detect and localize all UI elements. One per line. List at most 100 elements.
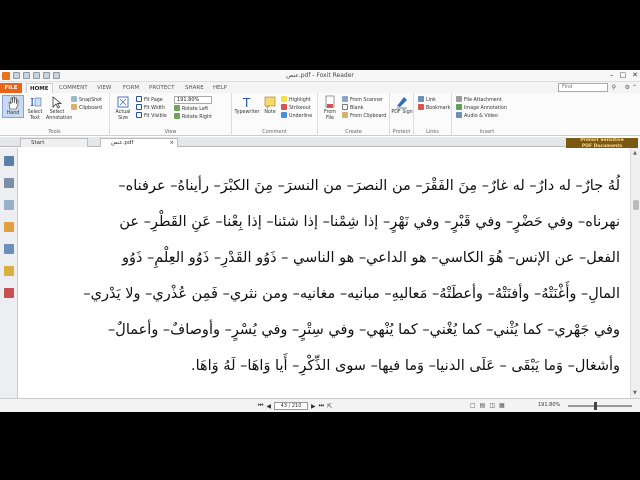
protect-group-label: Protect <box>392 129 411 135</box>
page-navigation: ⏮ ◀ 43 / 210 ▶ ⏭ ⇱ <box>258 402 332 410</box>
select-text-label: Select Text <box>27 110 43 121</box>
actual-size-button[interactable]: Actual Size <box>112 95 134 121</box>
tab-view[interactable]: VIEW <box>94 83 114 93</box>
scroll-up-icon[interactable]: ▲ <box>633 150 637 156</box>
text-line: وأشغال– وَما يَبْقَى – عَلَى الدنيا– وَم… <box>190 358 620 374</box>
typewriter-label: Typewriter <box>234 110 260 115</box>
tab-form[interactable]: FORM <box>120 83 142 93</box>
fit-icon[interactable]: ⇱ <box>327 403 332 410</box>
zoom-select[interactable]: 191.80% <box>174 96 212 104</box>
actual-size-icon <box>117 96 129 108</box>
ribbon-options-icon[interactable]: ⚙ ⌃ <box>625 84 637 91</box>
tab-start[interactable]: Start <box>20 138 88 147</box>
tab-document[interactable]: عنص.pdf × <box>100 138 178 147</box>
window-controls: – □ ✕ <box>610 71 638 79</box>
highlight-button[interactable]: Highlight <box>281 96 311 103</box>
continuous-icon[interactable]: ▤ <box>480 402 486 409</box>
note-button[interactable]: Note <box>261 95 279 116</box>
scroll-down-icon[interactable]: ▼ <box>633 390 637 396</box>
typewriter-button[interactable]: T Typewriter <box>234 95 260 116</box>
tab-start-label: Start <box>31 140 45 146</box>
from-file-button[interactable]: From File <box>320 95 340 121</box>
clipboard-button[interactable]: Clipboard <box>71 104 102 111</box>
rotate-right-label: Rotate Right <box>182 115 212 120</box>
bookmark-button[interactable]: Bookmark <box>418 104 450 111</box>
layers-panel-icon[interactable] <box>4 200 14 210</box>
maximize-icon[interactable]: □ <box>620 71 627 79</box>
scroll-thumb[interactable] <box>633 200 639 210</box>
strikeout-button[interactable]: Strikeout <box>281 104 311 111</box>
facing-icon[interactable]: ◫ <box>489 402 495 409</box>
select-text-button[interactable]: I Select Text <box>24 95 46 121</box>
tab-protect[interactable]: PROTECT <box>146 83 178 93</box>
single-page-icon[interactable]: □ <box>470 402 476 409</box>
bookmarks-panel-icon[interactable] <box>4 156 14 166</box>
rotate-left-button[interactable]: Rotate Left <box>174 105 208 112</box>
camera-icon <box>71 96 77 102</box>
status-bar: ⏮ ◀ 43 / 210 ▶ ⏭ ⇱ □ ▤ ◫ ▦ 191.80% <box>0 398 640 412</box>
close-tab-icon[interactable]: × <box>169 139 174 148</box>
bookmark-label: Bookmark <box>426 106 451 111</box>
close-icon[interactable]: ✕ <box>632 71 638 79</box>
comment-group-label: Comment <box>262 129 287 135</box>
tab-help[interactable]: HELP <box>210 83 230 93</box>
zoom-slider[interactable] <box>568 402 632 410</box>
audio-video-button[interactable]: Audio & Video <box>456 112 498 119</box>
clipboard-label: Clipboard <box>79 106 102 111</box>
attachments-panel-icon[interactable] <box>4 244 14 254</box>
pages-panel-icon[interactable] <box>4 178 14 188</box>
last-page-icon[interactable]: ⏭ <box>319 402 324 410</box>
file-attachment-button[interactable]: File Attachment <box>456 96 502 103</box>
svg-text:I: I <box>30 96 34 109</box>
rotate-right-button[interactable]: Rotate Right <box>174 113 212 120</box>
hand-label: Hand <box>6 111 20 116</box>
underline-button[interactable]: Underline <box>281 112 312 119</box>
tools-group-label: Tools <box>48 129 61 135</box>
tab-file[interactable]: FILE <box>0 83 22 93</box>
fit-page-button[interactable]: Fit Page <box>136 96 163 103</box>
page-number-input[interactable]: 43 / 210 <box>274 402 309 410</box>
highlight-icon <box>281 96 287 102</box>
from-clipboard-icon <box>342 112 348 118</box>
previous-page-icon[interactable]: ◀ <box>266 403 271 410</box>
actual-size-label: Actual Size <box>115 110 131 121</box>
rotate-left-icon <box>174 105 180 111</box>
next-page-icon[interactable]: ▶ <box>311 403 316 410</box>
first-page-icon[interactable]: ⏮ <box>258 402 263 410</box>
tab-comment[interactable]: COMMENT <box>56 83 91 93</box>
view-mode-buttons: □ ▤ ◫ ▦ <box>470 402 505 409</box>
fit-width-button[interactable]: Fit Width <box>136 104 165 111</box>
link-button[interactable]: Link <box>418 96 436 103</box>
fullscreen-icon[interactable]: ▦ <box>499 402 505 409</box>
search-icon[interactable]: ⚲ <box>612 84 616 91</box>
tab-home[interactable]: HOME <box>26 83 53 93</box>
highlight-label: Highlight <box>289 98 311 103</box>
select-annotation-button[interactable]: Select Annotation <box>46 95 72 121</box>
ribbon: Hand I Select Text Select Annotation Sna… <box>0 93 640 136</box>
image-annotation-button[interactable]: Image Annotation <box>456 104 507 111</box>
blank-button[interactable]: Blank <box>342 104 363 111</box>
security-panel-icon[interactable] <box>4 266 14 276</box>
snapshot-button[interactable]: SnapShot <box>71 96 102 103</box>
signatures-panel-icon[interactable] <box>4 288 14 298</box>
document-view[interactable]: لُهُ جارٌ– له دارٌ– له غارٌ– مِنَ الفَقْ… <box>19 148 630 398</box>
search-input[interactable]: Find <box>558 83 608 92</box>
vertical-scrollbar[interactable]: ▲ ▼ <box>630 148 640 398</box>
hand-button[interactable]: Hand <box>2 95 24 118</box>
rotate-left-label: Rotate Left <box>182 107 209 112</box>
minimize-icon[interactable]: – <box>610 71 614 79</box>
view-group-label: View <box>164 129 177 135</box>
fit-visible-button[interactable]: Fit Visible <box>136 112 167 119</box>
pdf-sign-button[interactable]: PDF Sign <box>391 95 413 116</box>
zoom-value: 191.80% <box>177 97 200 103</box>
from-clipboard-button[interactable]: From Clipboard <box>342 112 386 119</box>
zoom-slider-handle[interactable] <box>594 402 597 410</box>
tab-share[interactable]: SHARE <box>182 83 207 93</box>
hand-icon <box>8 96 19 110</box>
svg-text:T: T <box>242 96 251 109</box>
strikeout-icon <box>281 104 287 110</box>
from-scanner-button[interactable]: From Scanner <box>342 96 383 103</box>
fit-width-icon <box>136 104 142 110</box>
group-protect: PDF Sign Protect <box>390 93 414 136</box>
comments-panel-icon[interactable] <box>4 222 14 232</box>
